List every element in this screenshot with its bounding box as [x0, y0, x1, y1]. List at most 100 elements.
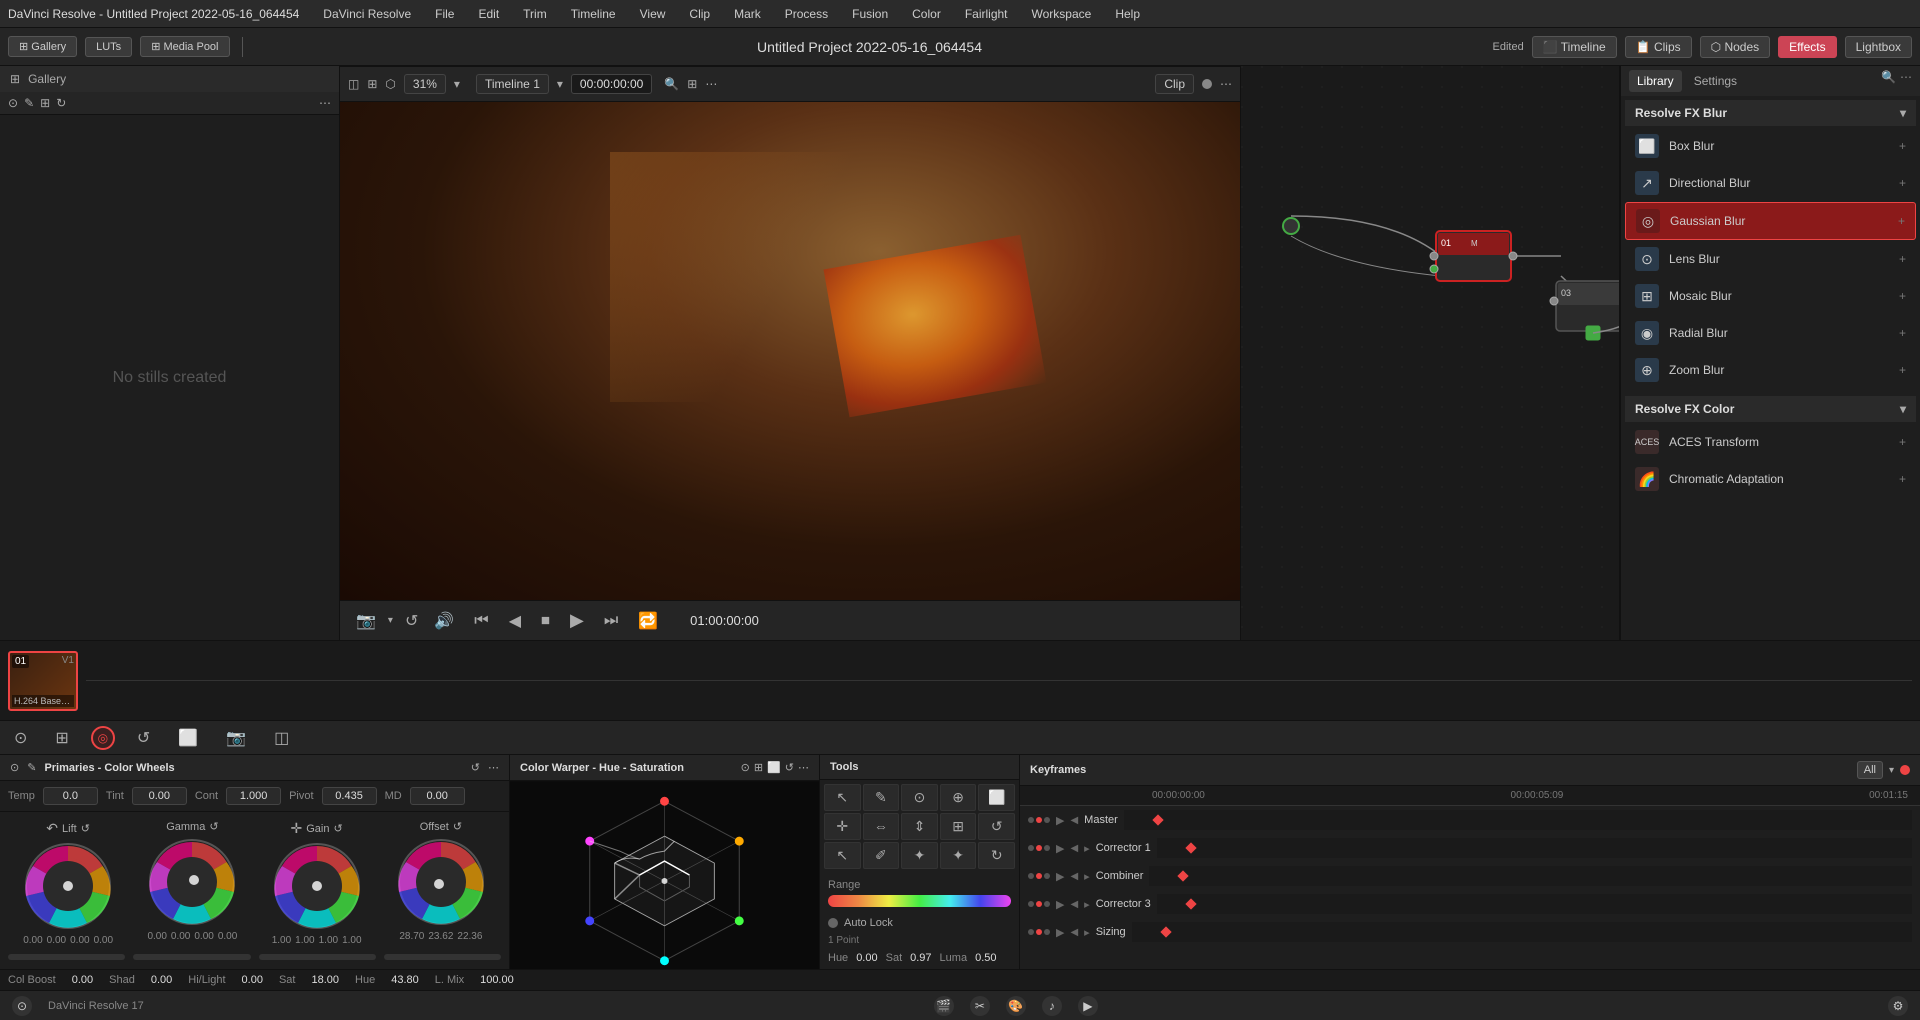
fx-blur-section-header[interactable]: Resolve FX Blur ▾ [1625, 100, 1916, 126]
kf-combiner-arrow[interactable]: ◀ [1070, 871, 1078, 882]
tool-cw[interactable]: ↻ [978, 842, 1015, 869]
timeline-name[interactable]: Timeline 1 [476, 74, 549, 94]
kf-c3-arrow[interactable]: ◀ [1070, 899, 1078, 910]
status-icon-audio[interactable]: ♪ [1042, 996, 1062, 1016]
gallery-button[interactable]: ⊞ Gallery [8, 36, 77, 57]
params-lmix-value[interactable]: 100.00 [480, 974, 514, 986]
tool-hrz[interactable]: ⇔ [863, 813, 900, 840]
tool-refresh[interactable]: ↺ [978, 813, 1015, 840]
fx-color-section-header[interactable]: Resolve FX Color ▾ [1625, 396, 1916, 422]
gallery-tool-2[interactable]: ✎ [24, 96, 34, 110]
zoom-chevron[interactable]: ▾ [454, 77, 460, 91]
camera-icon[interactable]: 📷 [352, 607, 380, 635]
gamma-wheel[interactable] [147, 837, 237, 927]
fx-item-lens-blur[interactable]: ⊙ Lens Blur + [1625, 241, 1916, 277]
menu-mark[interactable]: Mark [730, 5, 765, 23]
timeline-icons-1[interactable]: ⊞ [687, 77, 697, 91]
settings-tab[interactable]: Settings [1686, 70, 1745, 92]
mosaic-blur-add-icon[interactable]: + [1899, 289, 1906, 303]
kf-sizing-expand[interactable]: ▶ [1056, 926, 1064, 939]
warper-sync-icon[interactable]: ⊙ [741, 761, 750, 774]
effects-nav-button[interactable]: Effects [1778, 36, 1836, 58]
luma-value[interactable]: 0.50 [975, 952, 996, 964]
loop-button[interactable]: 🔁 [634, 607, 662, 635]
status-icon-clip[interactable]: ✂ [970, 996, 990, 1016]
warper-more-icon[interactable]: ⋯ [798, 761, 809, 774]
timeline-chevron[interactable]: ▾ [557, 77, 563, 91]
hue-value[interactable]: 0.00 [856, 952, 877, 964]
lift-reset-icon[interactable]: ↺ [81, 822, 90, 835]
go-to-start-button[interactable]: ⏮ [470, 608, 492, 634]
kf-combiner-expand[interactable]: ▶ [1056, 870, 1064, 883]
status-icon-deliver[interactable]: ▶ [1078, 996, 1098, 1016]
bottom-tool-3[interactable]: ◎ [91, 726, 115, 750]
temp-value[interactable]: 0.0 [43, 787, 98, 805]
timeline-more-icon[interactable]: ⋯ [705, 77, 717, 91]
col-boost-value[interactable]: 0.00 [72, 974, 93, 986]
shad-value[interactable]: 0.00 [151, 974, 172, 986]
more-icon[interactable]: ⋯ [1900, 70, 1912, 92]
fx-item-chromatic-adaptation[interactable]: 🌈 Chromatic Adaptation + [1625, 461, 1916, 497]
color-wheels-sync-icon[interactable]: ⊙ [10, 761, 19, 774]
menu-view[interactable]: View [636, 5, 670, 23]
timeline-timecode[interactable]: 00:00:00:00 [571, 74, 652, 94]
menu-clip[interactable]: Clip [685, 5, 714, 23]
menu-help[interactable]: Help [1111, 5, 1144, 23]
cam-chevron[interactable]: ▾ [388, 615, 393, 626]
keyframes-add-dot[interactable] [1900, 765, 1910, 775]
status-icon-gear[interactable]: ⚙ [1888, 996, 1908, 1016]
timeline-icon-1[interactable]: ◫ [348, 77, 359, 91]
tool-eyedrop[interactable]: ✦ [940, 842, 977, 869]
menu-timeline[interactable]: Timeline [567, 5, 620, 23]
menu-fairlight[interactable]: Fairlight [961, 5, 1012, 23]
volume-icon[interactable]: 🔊 [430, 607, 458, 635]
gain-wheel[interactable] [272, 841, 362, 931]
nodes-nav-button[interactable]: ⬡ Nodes [1700, 36, 1771, 58]
kf-master-arrow[interactable]: ◀ [1070, 815, 1078, 826]
tool-expand[interactable]: ⬜ [978, 784, 1015, 811]
gain-hslider[interactable] [259, 954, 376, 960]
status-icon-1[interactable]: ⊙ [12, 996, 32, 1016]
timeline-icon-2[interactable]: ⊞ [367, 77, 377, 91]
tool-draw[interactable]: ✎ [863, 784, 900, 811]
thumbnail-item-1[interactable]: 01 V1 H.264 Baselin... [8, 651, 78, 711]
bottom-tool-5[interactable]: ⬜ [172, 726, 204, 750]
refresh-icon[interactable]: ↺ [401, 607, 422, 635]
status-icon-film[interactable]: 🎬 [934, 996, 954, 1016]
fx-blur-collapse-icon[interactable]: ▾ [1900, 106, 1906, 120]
tool-cross[interactable]: ✛ [824, 813, 861, 840]
fx-color-collapse-icon[interactable]: ▾ [1900, 402, 1906, 416]
hilight-value[interactable]: 0.00 [242, 974, 263, 986]
fx-item-radial-blur[interactable]: ◉ Radial Blur + [1625, 315, 1916, 351]
bottom-tool-4[interactable]: ↺ [131, 726, 156, 750]
lightbox-nav-button[interactable]: Lightbox [1845, 36, 1912, 58]
tint-value[interactable]: 0.00 [132, 787, 187, 805]
bottom-tool-6[interactable]: 📷 [220, 726, 252, 750]
menu-color[interactable]: Color [908, 5, 945, 23]
offset-reset-icon[interactable]: ↺ [453, 820, 462, 833]
menu-workspace[interactable]: Workspace [1028, 5, 1096, 23]
menu-file[interactable]: File [431, 5, 458, 23]
media-pool-button[interactable]: ⊞ Media Pool [140, 36, 229, 57]
aces-transform-add-icon[interactable]: + [1899, 435, 1906, 449]
color-wheels-pencil-icon[interactable]: ✎ [27, 761, 36, 774]
menu-trim[interactable]: Trim [519, 5, 551, 23]
fx-item-aces-transform[interactable]: ACES ACES Transform + [1625, 424, 1916, 460]
keyframes-all-label[interactable]: All [1857, 761, 1883, 779]
status-icon-color[interactable]: 🎨 [1006, 996, 1026, 1016]
tool-dot4[interactable]: ⊞ [940, 813, 977, 840]
tool-zoom[interactable]: ⊕ [940, 784, 977, 811]
tool-pen[interactable]: ✐ [863, 842, 900, 869]
luts-button[interactable]: LUTs [85, 37, 132, 57]
bottom-tool-1[interactable]: ⊙ [8, 726, 33, 750]
kf-corrector1-timeline[interactable] [1157, 838, 1912, 858]
radial-blur-add-icon[interactable]: + [1899, 326, 1906, 340]
gallery-tool-4[interactable]: ↻ [56, 96, 66, 110]
range-bar[interactable] [828, 895, 1011, 907]
menu-edit[interactable]: Edit [474, 5, 503, 23]
directional-blur-add-icon[interactable]: + [1899, 176, 1906, 190]
timeline-nav-button[interactable]: ⬛ Timeline [1532, 36, 1617, 58]
kf-corrector3-timeline[interactable] [1157, 894, 1912, 914]
chromatic-adaptation-add-icon[interactable]: + [1899, 472, 1906, 486]
offset-wheel[interactable] [396, 837, 486, 927]
